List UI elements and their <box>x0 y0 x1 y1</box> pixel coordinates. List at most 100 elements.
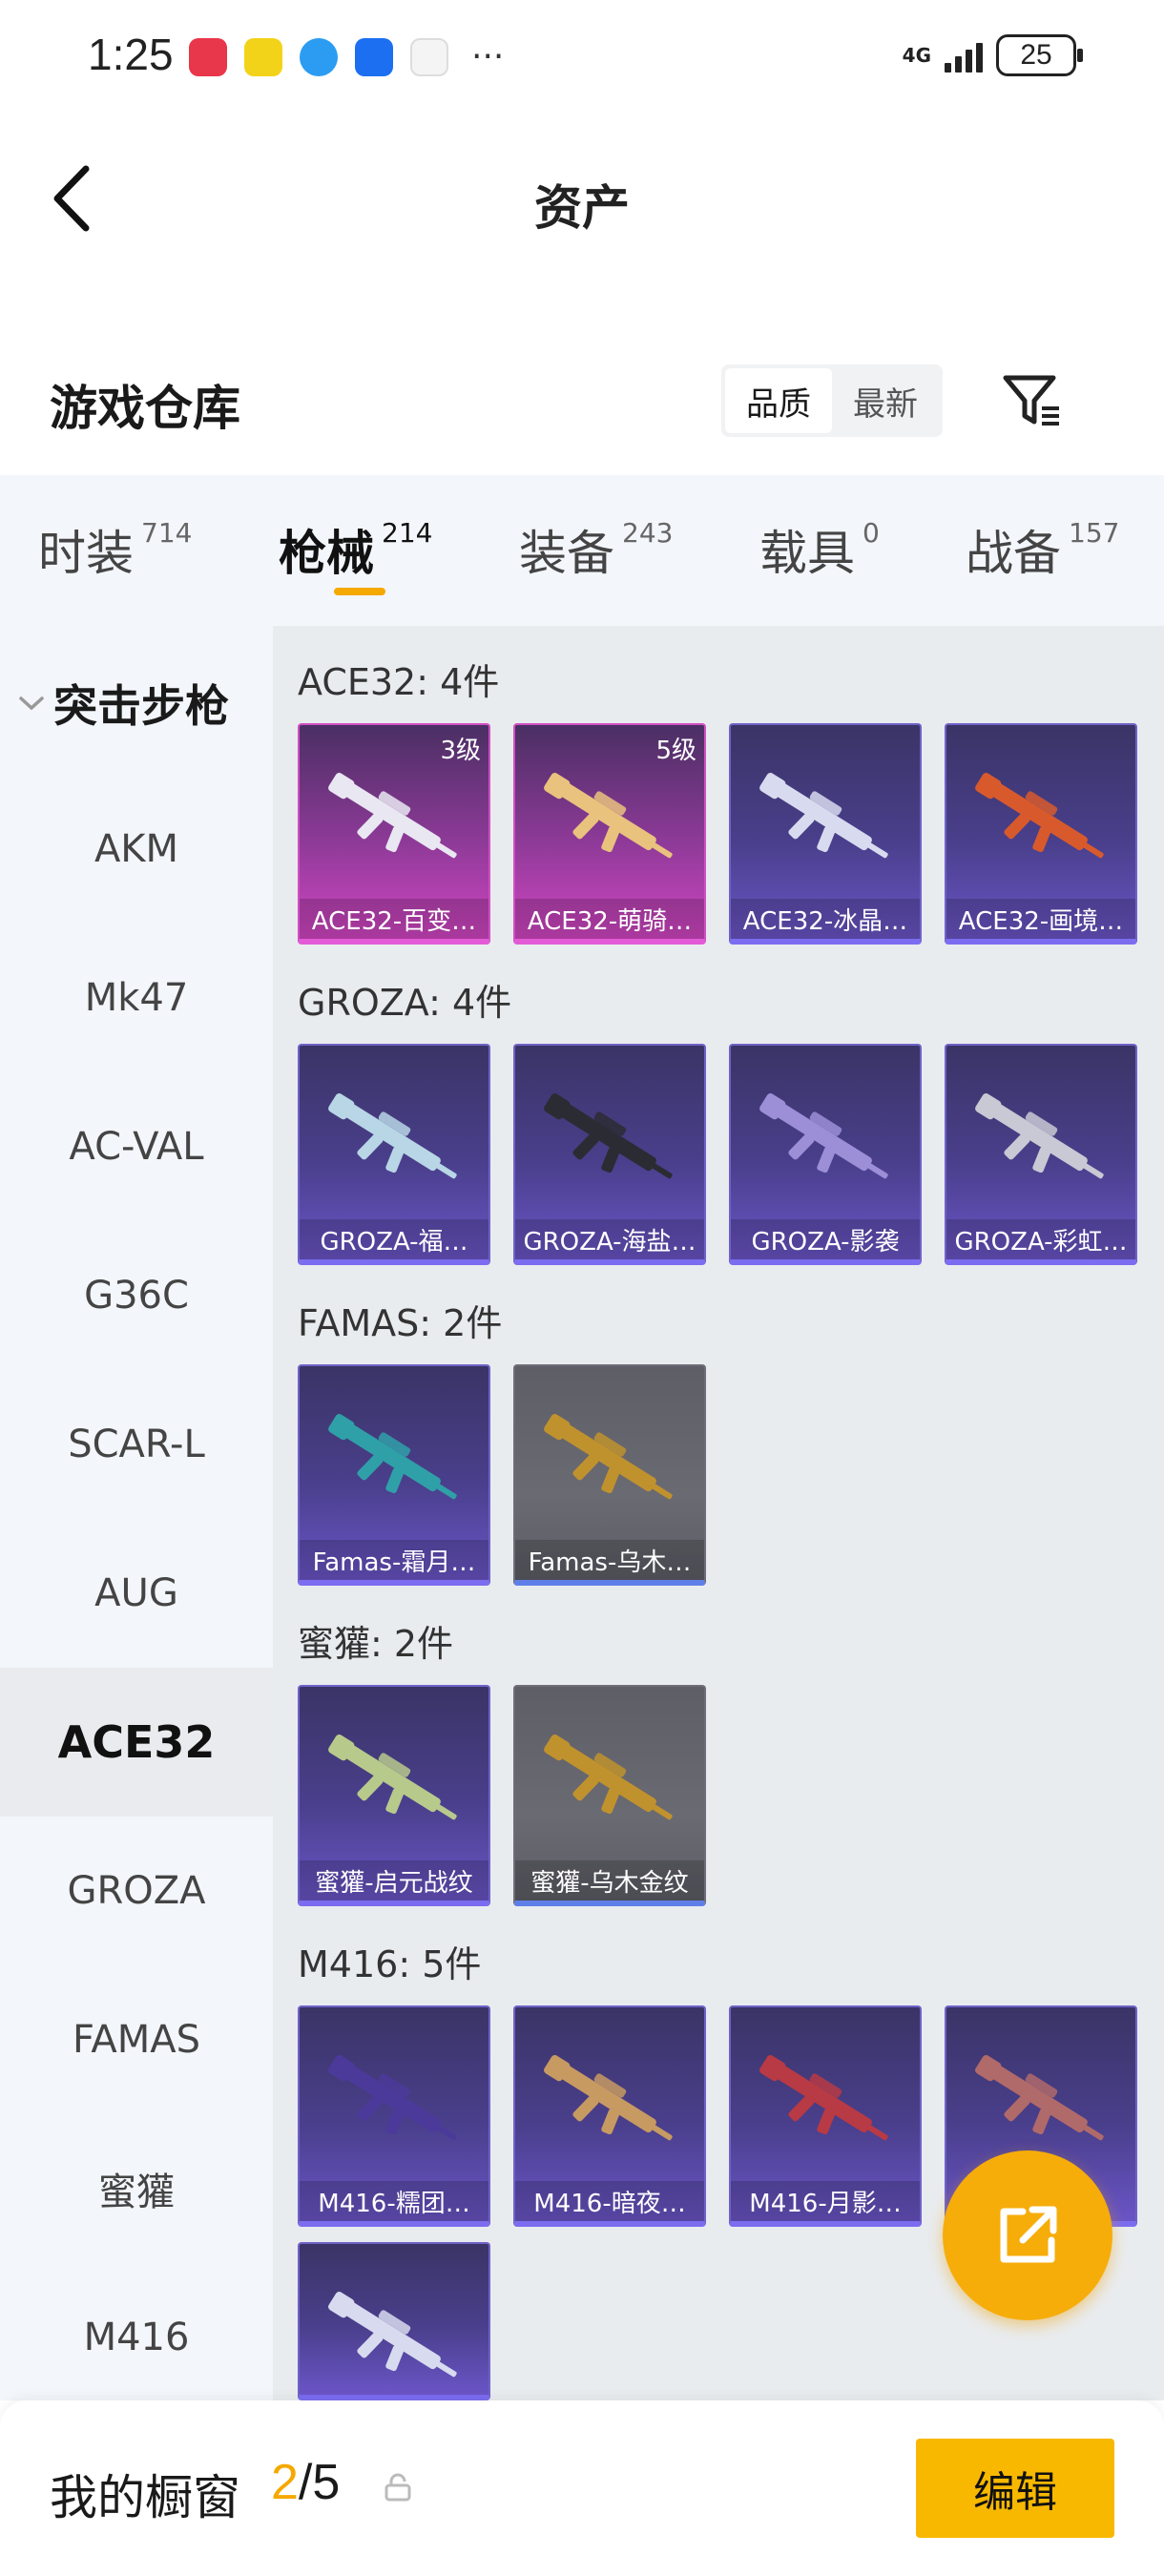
sidebar-item[interactable]: Mk47 <box>0 924 273 1072</box>
filter-button[interactable] <box>998 366 1067 435</box>
weapon-image <box>544 1093 673 1179</box>
edit-showcase-button[interactable]: 编辑 <box>916 2439 1114 2538</box>
weapon-card[interactable]: M416-糯团… <box>298 2005 490 2227</box>
tab-count: 243 <box>622 517 674 549</box>
weapon-card[interactable]: Famas-霜月… <box>298 1364 490 1586</box>
showcase-total: 5 <box>312 2455 341 2510</box>
group-heading: GROZA: 4件 <box>298 982 512 1024</box>
sort-toggle: 品质 最新 <box>721 364 943 437</box>
filter-icon <box>1003 375 1059 426</box>
weapon-card[interactable]: GROZA-影袭 <box>729 1044 922 1265</box>
weapon-name: ACE32-萌骑… <box>515 899 704 939</box>
sidebar-item[interactable]: 蜜獾 <box>0 2114 273 2263</box>
sort-latest-option[interactable]: 最新 <box>832 368 939 433</box>
warehouse-title: 游戏仓库 <box>50 381 240 436</box>
sidebar-item[interactable]: SCAR-L <box>0 1370 273 1519</box>
browser-app-icon <box>300 38 338 76</box>
weapon-name: GROZA-影袭 <box>731 1219 920 1259</box>
sort-quality-option[interactable]: 品质 <box>725 368 832 433</box>
battery-level: 25 <box>1020 39 1052 71</box>
sidebar-item[interactable]: G36C <box>0 1221 273 1370</box>
lock-icon <box>385 2473 411 2502</box>
sidebar-item[interactable]: AKM <box>0 775 273 924</box>
status-bar: 1:25 ··· 4G 25 <box>0 0 1164 114</box>
weapon-card[interactable]: GROZA-海盐… <box>513 1044 706 1265</box>
weapon-image <box>544 773 673 859</box>
weapon-name: GROZA-彩虹… <box>946 1219 1135 1259</box>
weapon-name: ACE32-画境… <box>946 899 1135 939</box>
share-button[interactable] <box>943 2150 1112 2320</box>
weapon-card[interactable]: M416-月影… <box>729 2005 922 2227</box>
tab-count: 157 <box>1069 517 1120 549</box>
weapon-image <box>759 773 888 859</box>
weapon-image <box>759 2055 888 2141</box>
weapon-name: ACE32-百变… <box>300 899 488 939</box>
tab-label: 载具 <box>759 526 855 581</box>
weapon-image <box>544 1414 673 1500</box>
weapon-name: 蜜獾-启元战纹 <box>300 1860 488 1901</box>
weapon-image <box>328 2292 457 2378</box>
weapon-name: ACE32-冰晶… <box>731 899 920 939</box>
weapon-name: M416-糯团… <box>300 2181 488 2221</box>
sidebar-item[interactable]: AUG <box>0 1519 273 1668</box>
group-heading: 蜜獾: 2件 <box>298 1623 454 1665</box>
signal-icon <box>945 38 983 73</box>
sidebar-item[interactable]: FAMAS <box>0 1965 273 2114</box>
weapon-card[interactable]: 蜜獾-启元战纹 <box>298 1685 490 1906</box>
chevron-down-icon <box>19 696 44 711</box>
network-type: 4G <box>902 44 931 67</box>
tab-vehicles[interactable]: 载具 0 <box>759 515 880 584</box>
tab-supplies[interactable]: 战备 157 <box>966 515 1119 584</box>
tab-label: 枪械 <box>279 526 374 581</box>
share-external-icon <box>1000 2206 1057 2263</box>
weapon-image <box>328 773 457 859</box>
tab-label: 装备 <box>519 526 614 581</box>
sidebar-group-label: 突击步枪 <box>53 680 229 732</box>
active-tab-indicator <box>334 588 385 595</box>
weapon-card[interactable] <box>298 2242 490 2400</box>
showcase-count: 2/5 <box>271 2454 340 2511</box>
sidebar-item[interactable]: ACE32 <box>0 1668 273 1817</box>
weapon-image <box>328 1414 457 1500</box>
showcase-label: 我的橱窗 <box>50 2470 240 2525</box>
weapon-card[interactable]: 蜜獾-乌木金纹 <box>513 1685 706 1906</box>
sidebar-item[interactable]: GROZA <box>0 1817 273 1965</box>
weapon-card[interactable]: 5级 ACE32-萌骑… <box>513 723 706 945</box>
weapon-card[interactable]: GROZA-福… <box>298 1044 490 1265</box>
tab-count: 214 <box>382 517 433 549</box>
tab-count: 714 <box>141 517 193 549</box>
weapon-image <box>544 2055 673 2141</box>
weapon-card[interactable]: ACE32-画境… <box>945 723 1137 945</box>
tab-label: 时装 <box>38 526 134 581</box>
weapon-image <box>975 2055 1104 2141</box>
tab-equipment[interactable]: 装备 243 <box>519 515 673 584</box>
more-notifications-icon: ··· <box>471 37 505 76</box>
showcase-separator: / <box>298 2455 313 2510</box>
page-title: 资产 <box>534 180 630 236</box>
battery-icon: 25 <box>996 34 1083 76</box>
status-time: 1:25 <box>88 30 174 79</box>
weapon-image <box>759 1093 888 1179</box>
sidebar-item[interactable]: M416 <box>0 2263 273 2412</box>
weapon-card[interactable]: Famas-乌木… <box>513 1364 706 1586</box>
tab-label: 战备 <box>966 526 1061 581</box>
sidebar-group-assault-rifles[interactable]: 突击步枪 <box>17 672 229 735</box>
tab-outfits[interactable]: 时装 714 <box>38 515 192 584</box>
weapon-image <box>544 1735 673 1820</box>
group-heading: FAMAS: 2件 <box>298 1302 503 1344</box>
tab-firearms[interactable]: 枪械 214 <box>279 515 432 584</box>
weapon-name: M416-暗夜… <box>515 2181 704 2221</box>
weapon-level-badge: 5级 <box>655 737 696 765</box>
group-heading: M416: 5件 <box>298 1943 482 1985</box>
sidebar-item[interactable]: AC-VAL <box>0 1072 273 1221</box>
weapon-level-badge: 3级 <box>440 737 481 765</box>
weapon-card[interactable]: ACE32-冰晶… <box>729 723 922 945</box>
bulb-app-icon <box>355 38 393 76</box>
weapon-card[interactable]: M416-暗夜… <box>513 2005 706 2227</box>
weapon-name: 蜜獾-乌木金纹 <box>515 1860 704 1901</box>
weapon-image <box>975 1093 1104 1179</box>
weapon-card[interactable]: GROZA-彩虹… <box>945 1044 1137 1265</box>
huawei-app-icon <box>189 38 227 76</box>
showcase-current: 2 <box>271 2455 299 2510</box>
weapon-card[interactable]: 3级 ACE32-百变… <box>298 723 490 945</box>
